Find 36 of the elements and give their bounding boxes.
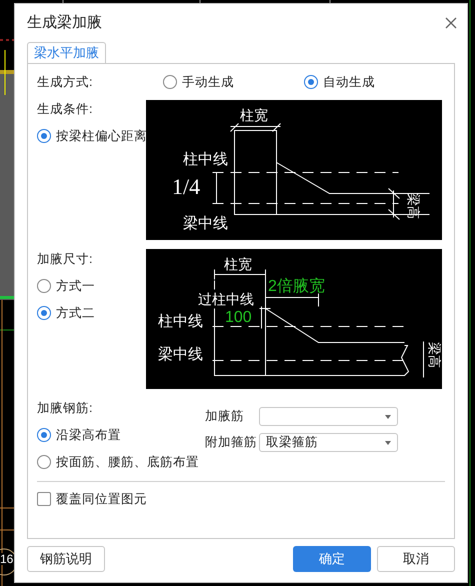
diagram-label: 梁中线 [158,346,203,363]
diagram-label: 梁中线 [183,215,228,232]
checkbox[interactable] [37,492,51,506]
diagram-label: 2倍腋宽 [268,278,325,295]
diagram-label: 1/4 [172,174,200,199]
dialog-button[interactable]: 确定 [293,546,371,572]
diagram-label: 柱中线 [183,151,228,168]
window-title: 生成梁加腋 [27,12,102,33]
radio-option[interactable]: 按面筋、腰筋、底筋布置 [37,452,199,472]
field-label: 加腋筋 [205,408,245,426]
diagram-label: 过柱中线 [198,291,254,307]
diagram-label: 柱中线 [158,313,203,330]
field-label: 加腋尺寸: [37,251,94,268]
dialog-button[interactable]: 钢筋说明 [27,546,105,572]
dialog-button[interactable]: 取消 [377,546,455,572]
checkbox-label[interactable]: 覆盖同位置图元 [56,490,147,509]
close-icon[interactable] [445,17,457,29]
field-label: 生成方式: [37,74,94,91]
diagram-label: 柱宽 [224,256,252,272]
radio-option[interactable]: 自动生成 [304,72,445,92]
axis-number: 16 [0,553,14,565]
caret-icon [385,440,391,444]
dropdown[interactable]: 取梁箍筋 [259,433,398,452]
radio-option[interactable]: 按梁柱偏心距离 [37,126,147,146]
tab[interactable]: 梁水平加腋 [27,42,106,63]
diagram-label: 梁高 [427,342,442,368]
field-label: 生成条件: [37,101,94,118]
diagram-label: 100 [225,309,252,326]
caret-icon [385,414,391,418]
field-label: 加腋钢筋: [37,400,94,417]
diagram-label: 柱宽 [240,107,268,123]
radio-option[interactable]: 方式一 [37,276,95,296]
radio-option[interactable]: 沿梁高布置 [37,426,121,444]
radio-option[interactable]: 方式二 [37,304,95,322]
radio-option[interactable]: 手动生成 [163,72,304,92]
field-label: 附加箍筋 [205,434,258,452]
